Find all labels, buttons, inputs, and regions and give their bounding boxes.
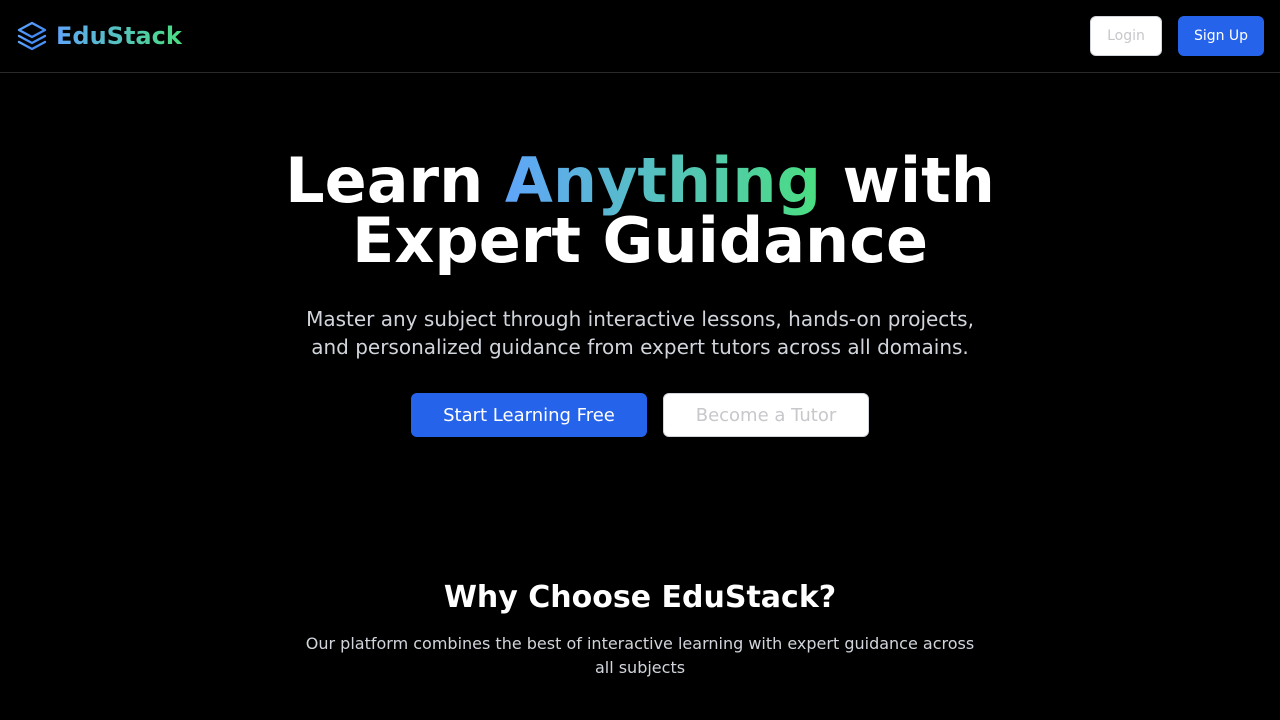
brand-name: EduStack [56, 18, 182, 54]
layers-icon [17, 21, 47, 51]
login-button[interactable]: Login [1090, 16, 1162, 56]
why-title: Why Choose EduStack? [443, 580, 837, 615]
top-navbar: EduStack Login Sign Up [0, 0, 1280, 73]
signup-button[interactable]: Sign Up [1178, 16, 1264, 56]
hero-title: Learn Anything with Expert Guidance [0, 150, 1280, 272]
why-subtitle: Our platform combines the best of intera… [305, 634, 975, 677]
brand-logo[interactable]: EduStack [16, 18, 182, 54]
hero-subtitle: Master any subject through interactive l… [306, 307, 974, 359]
hero-title-line2: Expert Guidance [351, 204, 928, 277]
become-tutor-button[interactable]: Become a Tutor [663, 393, 869, 437]
start-learning-button[interactable]: Start Learning Free [411, 393, 647, 437]
